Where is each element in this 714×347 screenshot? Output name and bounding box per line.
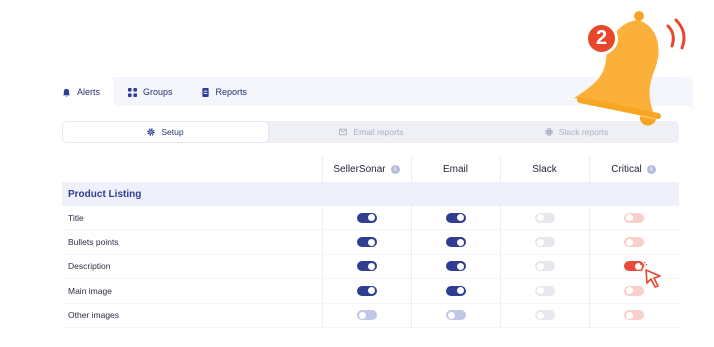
toggle-knob [625, 287, 633, 295]
toggle-knob [456, 214, 464, 222]
slack-toggle[interactable] [534, 285, 555, 296]
table-row: Main image [62, 279, 679, 304]
header-critical-label: Critical [611, 163, 642, 175]
toggle-cell-critical [589, 237, 678, 248]
toggle-cell-email [411, 237, 500, 248]
row-label: Title [68, 212, 84, 223]
table-row: Title [62, 206, 679, 231]
toggle-knob [456, 238, 464, 246]
info-icon[interactable]: i [646, 164, 656, 174]
toggle-knob [367, 262, 375, 270]
critical-toggle[interactable] [623, 237, 644, 248]
grid-icon [128, 87, 138, 97]
table-row: Bullets points [62, 230, 679, 255]
subtab-setup[interactable]: Setup [62, 121, 269, 143]
toggle-cell-slack [500, 261, 589, 272]
email-toggle[interactable] [445, 310, 466, 321]
email-toggle[interactable] [445, 285, 466, 296]
toggle-knob [536, 311, 544, 319]
cursor-pointer-icon [637, 262, 661, 288]
section-title: Product Listing [62, 182, 679, 206]
table-rows: Title Bullets points Description Main image… [62, 206, 679, 328]
slack-toggle[interactable] [534, 237, 555, 248]
toggle-cell-email [411, 261, 500, 272]
critical-toggle[interactable] [623, 212, 644, 223]
subtab-email-reports-label: Email reports [353, 127, 404, 137]
toggle-cell-critical [589, 310, 678, 321]
toggle-knob [536, 214, 544, 222]
toggle-knob [456, 262, 464, 270]
header-sellersonar-label: SellerSonar [333, 163, 386, 175]
toggle-cell-slack [500, 285, 589, 296]
email-toggle[interactable] [445, 212, 466, 223]
tab-groups-label: Groups [143, 87, 173, 97]
header-slack: Slack [500, 164, 589, 175]
toggle-cell-email [411, 285, 500, 296]
toggle-cell-email [411, 212, 500, 223]
header-email: Email [411, 164, 500, 175]
bell-icon [62, 88, 71, 97]
sellersonar-toggle[interactable] [356, 285, 377, 296]
mail-icon [339, 128, 348, 136]
toggle-knob [358, 311, 366, 319]
toggle-cell-slack [500, 310, 589, 321]
subtab-setup-label: Setup [161, 127, 184, 137]
slack-icon [544, 128, 553, 136]
tab-alerts-label: Alerts [77, 87, 101, 97]
tab-reports[interactable]: Reports [187, 77, 262, 107]
header-email-label: Email [442, 163, 468, 175]
email-toggle[interactable] [445, 237, 466, 248]
header-sellersonar: SellerSonar i [322, 164, 411, 175]
slack-toggle[interactable] [534, 310, 555, 321]
row-label: Description [68, 261, 111, 272]
email-toggle[interactable] [445, 261, 466, 272]
toggle-knob [536, 287, 544, 295]
critical-toggle[interactable] [623, 310, 644, 321]
toggle-knob [625, 214, 633, 222]
toggle-knob [447, 311, 455, 319]
toggle-cell-sellersonar [322, 261, 411, 272]
main-tabs: Alerts Groups Reports [48, 77, 261, 107]
gear-icon [147, 128, 156, 136]
notification-badge: 2 [585, 22, 618, 55]
toggle-knob [625, 238, 633, 246]
row-label: Main image [68, 285, 112, 296]
report-icon [201, 87, 209, 97]
toggle-knob [367, 287, 375, 295]
table-row: Description [62, 255, 679, 280]
sellersonar-toggle[interactable] [356, 212, 377, 223]
toggle-cell-sellersonar [322, 212, 411, 223]
alerts-table: SellerSonar i Email Slack Critical i Pro… [62, 156, 679, 328]
toggle-cell-critical [589, 212, 678, 223]
toggle-cell-slack [500, 237, 589, 248]
toggle-cell-slack [500, 212, 589, 223]
toggle-knob [536, 262, 544, 270]
tab-groups[interactable]: Groups [114, 77, 187, 107]
sellersonar-toggle[interactable] [356, 310, 377, 321]
toggle-knob [367, 238, 375, 246]
toggle-cell-sellersonar [322, 285, 411, 296]
slack-toggle[interactable] [534, 261, 555, 272]
subtab-email-reports[interactable]: Email reports [269, 121, 474, 143]
toggle-knob [625, 311, 633, 319]
toggle-knob [456, 287, 464, 295]
table-row: Other images [62, 304, 679, 328]
sellersonar-toggle[interactable] [356, 237, 377, 248]
header-critical: Critical i [589, 164, 678, 175]
bell-icon [574, 11, 686, 126]
row-label: Bullets points [68, 237, 119, 248]
table-header: SellerSonar i Email Slack Critical i [62, 156, 679, 182]
toggle-cell-email [411, 310, 500, 321]
header-slack-label: Slack [532, 163, 557, 175]
toggle-cell-sellersonar [322, 237, 411, 248]
toggle-cell-sellersonar [322, 310, 411, 321]
tab-alerts[interactable]: Alerts [48, 77, 115, 107]
info-icon[interactable]: i [390, 164, 400, 174]
row-label: Other images [68, 310, 120, 321]
slack-toggle[interactable] [534, 212, 555, 223]
tab-reports-label: Reports [215, 87, 248, 97]
sellersonar-toggle[interactable] [356, 261, 377, 272]
toggle-knob [536, 238, 544, 246]
toggle-knob [367, 214, 375, 222]
